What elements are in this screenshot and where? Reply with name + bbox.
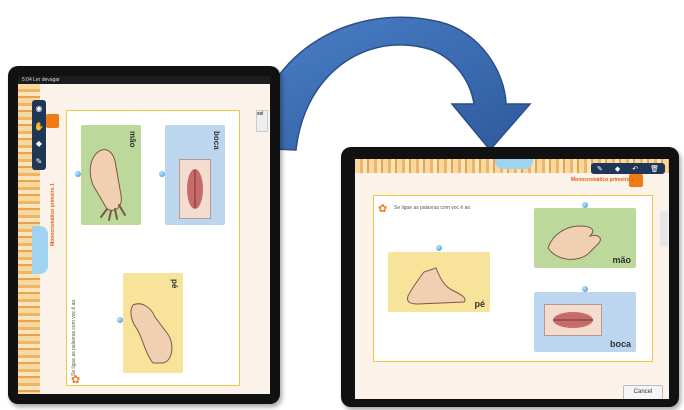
top-tab[interactable] (495, 159, 533, 169)
hand-icon[interactable]: ✋ (34, 122, 44, 131)
cancel-button[interactable]: Cancel (623, 385, 663, 399)
exercise-panel: ✿ Se ligue as palavras com voc ê ao pé m… (373, 195, 653, 362)
flower-icon: ✿ (378, 203, 388, 215)
card-pe[interactable]: pé (388, 252, 490, 312)
connector-dot[interactable] (75, 171, 81, 177)
flower-icon: ✿ (71, 374, 81, 386)
card-boca[interactable]: boca (534, 292, 636, 352)
card-mao[interactable]: mão (81, 125, 141, 225)
connector-dot[interactable] (582, 202, 588, 208)
card-label: boca (212, 131, 221, 150)
pencil-icon[interactable]: ✎ (597, 165, 603, 173)
landscape-tablet: ✎ ◆ ↶ 🗑 Monocromático primeiro 1 ✿ Se li… (341, 147, 679, 407)
section-title: Monocromático primeiro 1 (571, 177, 634, 183)
side-panel-tab[interactable]: sel (256, 110, 268, 132)
mouth-photo (544, 304, 602, 336)
eraser-icon[interactable]: ◆ (615, 165, 620, 173)
status-bar: 5:04 Ler devagar (18, 76, 270, 84)
trash-icon[interactable]: 🗑 (650, 165, 659, 173)
portrait-tablet: 5:04 Ler devagar ◉ ✋ ◆ ✎ Monocromático p… (8, 66, 280, 404)
card-label: mão (128, 131, 137, 148)
landscape-screen: ✎ ◆ ↶ 🗑 Monocromático primeiro 1 ✿ Se li… (355, 159, 669, 399)
connector-dot[interactable] (436, 245, 442, 251)
card-boca[interactable]: boca (165, 125, 225, 225)
connector-dot[interactable] (159, 171, 165, 177)
card-label: boca (609, 339, 631, 349)
card-label: mão (612, 255, 631, 265)
drawing-toolbar: ◉ ✋ ◆ ✎ (32, 100, 46, 170)
scrollbar[interactable] (660, 211, 668, 247)
instruction-text: Se ligue as palavras com voc ê ao (71, 299, 77, 376)
pencil-icon[interactable]: ✎ (36, 157, 43, 166)
exercise-panel: mão boca pé Se ligue as palavras com voc… (66, 110, 240, 386)
eraser-icon[interactable]: ◆ (36, 139, 42, 148)
drawing-toolbar: ✎ ◆ ↶ 🗑 (591, 163, 665, 174)
card-mao[interactable]: mão (534, 208, 636, 268)
card-label: pé (474, 299, 485, 309)
section-title: Monocromático primeiro 1 (50, 183, 56, 246)
card-label: pé (170, 279, 179, 289)
mouth-photo (179, 159, 211, 219)
side-tab[interactable] (32, 226, 48, 274)
connector-dot[interactable] (582, 286, 588, 292)
connector-dot[interactable] (117, 317, 123, 323)
card-pe[interactable]: pé (123, 273, 183, 373)
portrait-screen: 5:04 Ler devagar ◉ ✋ ◆ ✎ Monocromático p… (18, 76, 270, 394)
eye-icon[interactable]: ◉ (36, 104, 43, 113)
instruction-text: Se ligue as palavras com voc ê ao (394, 205, 471, 211)
undo-icon[interactable]: ↶ (632, 165, 638, 173)
menu-button[interactable] (46, 114, 59, 128)
